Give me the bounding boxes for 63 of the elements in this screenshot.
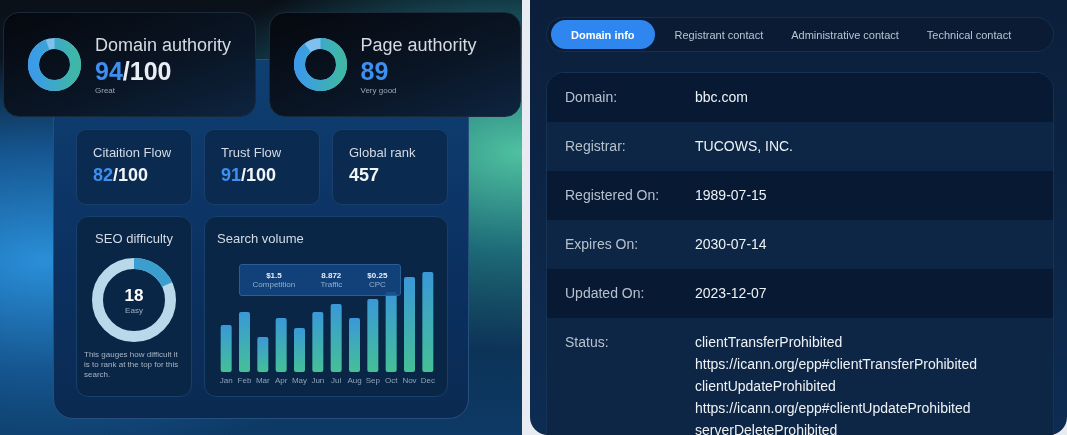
month-label: Apr — [273, 376, 289, 385]
month-label: Mar — [254, 376, 271, 385]
field-label: Domain: — [565, 89, 619, 107]
month-label: Dec — [419, 376, 436, 385]
score: 18 — [124, 285, 144, 306]
card-title: Citaition Flow — [93, 145, 173, 160]
field-value: serverDeleteProhibited — [695, 422, 839, 435]
field-value: https://icann.org/epp#clientUpdateProhibited — [695, 400, 972, 417]
bar — [239, 312, 250, 372]
tooltip-label: Competition — [252, 280, 296, 289]
card-title: Domain authority — [95, 34, 232, 56]
field-label: Registrar: — [565, 138, 627, 156]
bar — [312, 312, 324, 372]
card-title: Page authority — [360, 34, 477, 56]
score: 91/100 — [221, 165, 278, 186]
score: 82/100 — [93, 165, 150, 186]
field-value: 2030-07-14 — [695, 236, 767, 253]
field-value: clientTransferProhibited — [695, 334, 844, 351]
bar — [275, 318, 287, 372]
field-value: 2023-12-07 — [695, 285, 767, 302]
field-value: https://icann.org/epp#clientTransferProhibited — [695, 356, 977, 373]
month-label: Jan — [218, 376, 234, 385]
rating: Very good — [360, 85, 398, 95]
tooltip-label: CPC — [368, 280, 386, 289]
tooltip-value: $0.25 — [367, 271, 388, 280]
bar — [330, 304, 342, 372]
bar — [349, 318, 360, 372]
tab[interactable]: Administrative contact — [777, 20, 913, 49]
tab[interactable]: Technical contact — [912, 20, 1026, 49]
field-value: TUCOWS, INC. — [695, 138, 793, 155]
bar — [294, 328, 305, 372]
field-value: bbc.com — [695, 89, 748, 106]
month-label: Oct — [383, 376, 399, 385]
tab[interactable]: Domain info — [551, 20, 655, 49]
rating: Easy — [125, 305, 143, 315]
tooltip-label: Traffic — [320, 280, 343, 289]
month-label: Jun — [310, 376, 326, 385]
field-label: Status: — [565, 334, 610, 352]
month-label: Nov — [401, 376, 418, 385]
month-label: Jul — [330, 376, 343, 385]
card-title: SEO difficulty — [95, 231, 173, 246]
field-value: clientUpdateProhibited — [695, 378, 837, 395]
bar — [257, 337, 269, 372]
bar — [220, 325, 232, 372]
field-label: Expires On: — [565, 236, 640, 254]
score: 89 — [360, 58, 390, 84]
score: 457 — [349, 165, 381, 186]
month-label: Feb — [236, 376, 253, 385]
tooltip-value: $1.5 — [266, 271, 282, 280]
tab[interactable]: Registrant contact — [660, 20, 778, 49]
field-label: Updated On: — [565, 285, 646, 303]
month-label: Sep — [364, 376, 381, 385]
description: This gauges how difficult it is to rank at the top for this search. — [84, 350, 180, 380]
card-title: Search volume — [217, 231, 305, 246]
month-label: Aug — [346, 376, 363, 385]
month-label: May — [290, 376, 309, 385]
field-label: Registered On: — [565, 187, 661, 205]
field-value: 1989-07-15 — [695, 187, 767, 204]
card-title: Trust Flow — [221, 145, 283, 160]
card-title: Global rank — [349, 145, 417, 160]
tooltip-value: 8.872 — [321, 271, 342, 280]
rating: Great — [95, 85, 116, 95]
score: 94/100 — [95, 58, 173, 84]
